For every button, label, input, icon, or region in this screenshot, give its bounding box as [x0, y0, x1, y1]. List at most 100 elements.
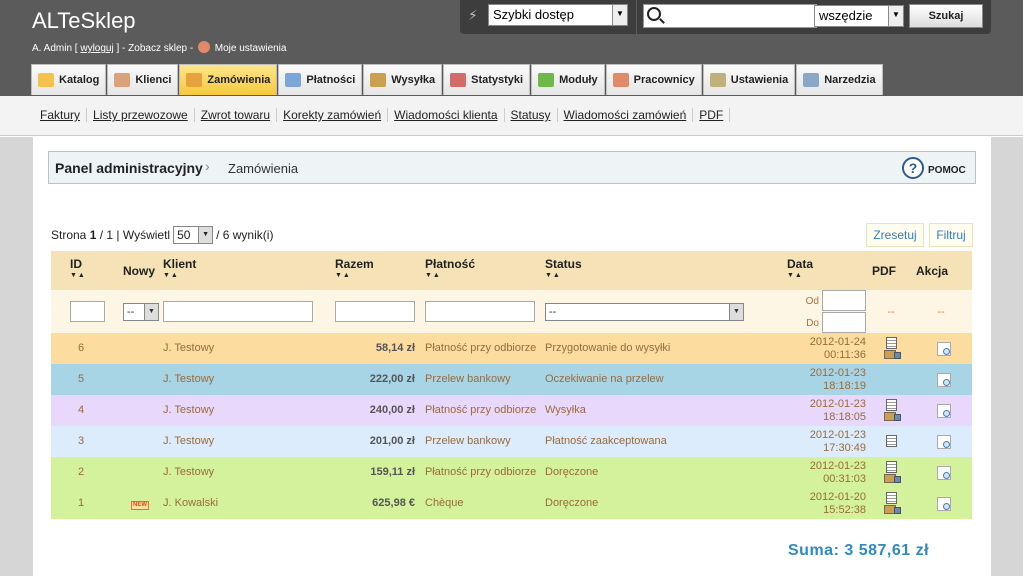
sort-arrows-icon[interactable]: ▼▲ [425, 272, 545, 279]
col-id[interactable]: ID ▼▲ [51, 251, 111, 290]
reset-button[interactable]: Zresetuj [866, 223, 924, 247]
view-details-icon[interactable] [937, 372, 951, 387]
date-from-input[interactable] [822, 290, 866, 311]
sort-arrows-icon[interactable]: ▼▲ [335, 272, 425, 279]
invoice-icon[interactable] [885, 492, 897, 504]
order-date-time: 15:52:38 [823, 503, 866, 516]
sort-arrows-icon[interactable]: ▼▲ [787, 272, 872, 279]
col-pdf: PDF [872, 251, 910, 290]
col-status[interactable]: Status ▼▲ [545, 251, 787, 290]
quick-access-select[interactable]: Szybki dostęp ▼ [488, 4, 628, 26]
submenu-item-7[interactable]: PDF [693, 108, 731, 122]
menu-tab-7[interactable]: Pracownicy [605, 64, 702, 95]
sort-arrows-icon[interactable]: ▼▲ [163, 272, 335, 279]
order-new [111, 457, 163, 488]
view-shop-link[interactable]: ] - Zobacz sklep - [117, 43, 194, 54]
submenu-item-3[interactable]: Korekty zamówień [277, 108, 389, 122]
col-client-label: Klient [163, 257, 197, 271]
search-button[interactable]: Szukaj [909, 4, 983, 28]
invoice-icon[interactable] [885, 435, 897, 447]
date-from-label: Od [805, 295, 819, 307]
stats-icon [450, 73, 467, 87]
delivery-slip-icon[interactable] [883, 474, 901, 484]
order-client: J. Testowy [163, 333, 335, 364]
submenu-item-6[interactable]: Wiadomości zamówień [558, 108, 694, 122]
menu-tab-label: Statystyki [471, 74, 524, 86]
invoice-icon[interactable] [885, 461, 897, 473]
filter-action-dash: -- [910, 290, 972, 333]
table-row[interactable]: 2 J. Testowy 159,11 zł Płatność przy odbior… [51, 457, 972, 488]
order-date-day: 2012-01-20 [809, 490, 866, 503]
chevron-right-icon: › [205, 158, 210, 174]
view-details-icon[interactable] [937, 341, 951, 356]
order-id: 3 [51, 426, 111, 457]
table-row[interactable]: 4 J. Testowy 240,00 zł Płatność przy odbior… [51, 395, 972, 426]
filter-status-select[interactable]: -- ▼ [545, 302, 744, 321]
order-total: 625,98 € [335, 488, 425, 519]
invoice-icon[interactable] [885, 337, 897, 349]
col-client[interactable]: Klient ▼▲ [163, 251, 335, 290]
menu-tab-2[interactable]: Zamówienia [179, 64, 278, 95]
menu-tab-5[interactable]: Statystyki [443, 64, 531, 95]
submenu-item-1[interactable]: Listy przewozowe [87, 108, 195, 122]
order-pdf [872, 395, 910, 426]
menu-tab-6[interactable]: Moduły [531, 64, 605, 95]
logout-link[interactable]: wyloguj [80, 43, 113, 54]
col-total[interactable]: Razem ▼▲ [335, 251, 425, 290]
my-settings-link[interactable]: Moje ustawienia [215, 43, 287, 54]
filter-button[interactable]: Filtruj [929, 223, 973, 247]
date-to-input[interactable] [822, 312, 866, 333]
filter-new-select[interactable]: -- ▼ [123, 302, 159, 321]
filter-total-input[interactable] [335, 301, 415, 322]
breadcrumb-panel[interactable]: Panel administracyjny [55, 160, 203, 176]
order-status: Doręczone [545, 457, 787, 488]
table-row[interactable]: 1 NEW J. Kowalski 625,98 € Chèque Doręczone 20… [51, 488, 972, 519]
col-date[interactable]: Data ▼▲ [787, 251, 872, 290]
order-date: 2012-01-23 00:31:03 [787, 457, 872, 488]
pager-results: / 6 wynik(i) [216, 228, 274, 242]
sort-arrows-icon[interactable]: ▼▲ [545, 272, 787, 279]
submenu-item-0[interactable]: Faktury [32, 108, 88, 122]
view-details-icon[interactable] [937, 465, 951, 480]
search-scope-select[interactable]: wszędzie ▼ [814, 5, 904, 27]
col-payment[interactable]: Płatność ▼▲ [425, 251, 545, 290]
invoice-icon[interactable] [885, 399, 897, 411]
menu-tab-3[interactable]: Płatności [278, 64, 363, 95]
menu-tab-0[interactable]: Katalog [31, 64, 107, 95]
menu-tab-8[interactable]: Ustawienia [702, 64, 796, 95]
table-row[interactable]: 5 J. Testowy 222,00 zł Przelew bankowy Oczek… [51, 364, 972, 395]
filter-payment-input[interactable] [425, 301, 535, 322]
submenu-item-2[interactable]: Zwrot towaru [195, 108, 278, 122]
delivery-slip-icon[interactable] [883, 350, 901, 360]
menu-tab-4[interactable]: Wysyłka [363, 64, 443, 95]
sort-arrows-icon[interactable]: ▼▲ [70, 272, 111, 279]
col-status-label: Status [545, 257, 582, 271]
view-details-icon[interactable] [937, 403, 951, 418]
filter-client-input[interactable] [163, 301, 313, 322]
view-details-icon[interactable] [937, 434, 951, 449]
per-page-select[interactable]: 50 ▼ [173, 226, 214, 244]
search-input[interactable] [643, 4, 817, 28]
order-date: 2012-01-20 15:52:38 [787, 488, 872, 519]
submenu-item-5[interactable]: Statusy [505, 108, 558, 122]
order-payment: Płatność przy odbiorze [425, 333, 545, 364]
table-row[interactable]: 6 J. Testowy 58,14 zł Płatność przy odbiorz… [51, 333, 972, 364]
menu-tab-1[interactable]: Klienci [107, 64, 179, 95]
order-action [910, 395, 972, 426]
order-id: 5 [51, 364, 111, 395]
order-date: 2012-01-23 18:18:19 [787, 364, 872, 395]
pager: Strona 1 / 1 | Wyświetl 50 ▼ / 6 wynik(i… [51, 226, 273, 244]
order-id: 2 [51, 457, 111, 488]
help-label[interactable]: POMOC [928, 165, 966, 176]
table-row[interactable]: 3 J. Testowy 201,00 zł Przelew bankowy Płatn… [51, 426, 972, 457]
view-details-icon[interactable] [937, 496, 951, 511]
delivery-slip-icon[interactable] [883, 505, 901, 515]
menu-tab-label: Wysyłka [391, 74, 436, 86]
menu-tab-9[interactable]: Narzedzia [796, 64, 883, 95]
help-icon[interactable]: ? [902, 157, 924, 179]
delivery-slip-icon[interactable] [883, 412, 901, 422]
submenu-item-4[interactable]: Wiadomości klienta [388, 108, 505, 122]
order-total: 240,00 zł [335, 395, 425, 426]
filter-id-input[interactable] [70, 301, 105, 322]
order-date: 2012-01-23 18:18:05 [787, 395, 872, 426]
